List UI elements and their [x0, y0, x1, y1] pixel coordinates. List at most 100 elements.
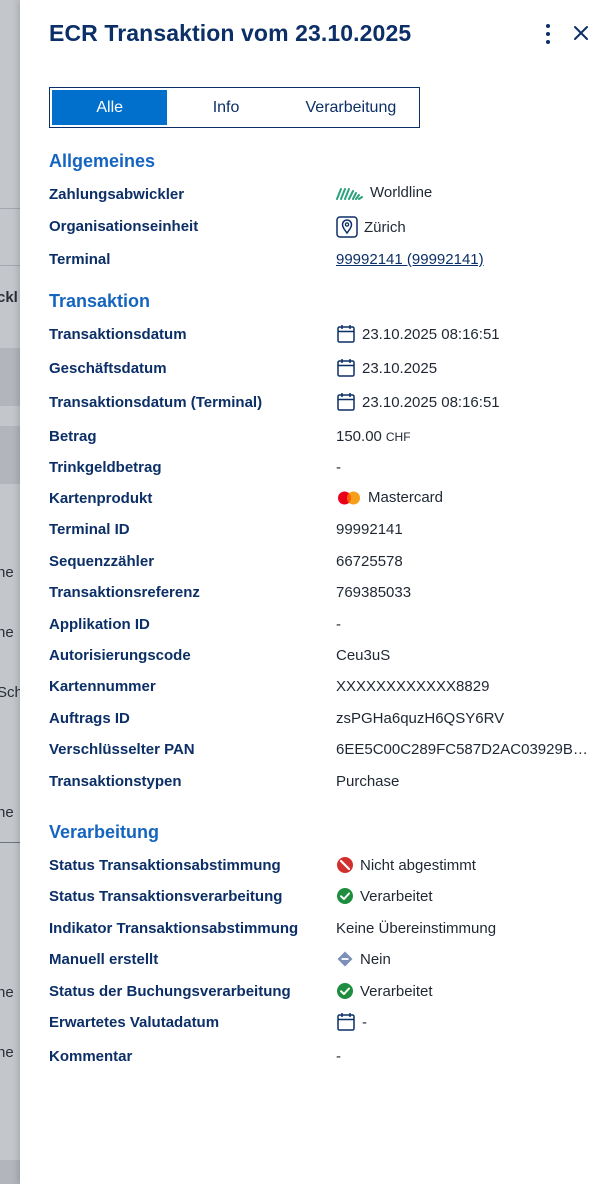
field-label: Kartennummer: [49, 678, 156, 695]
card-product-value: Mastercard: [368, 489, 444, 506]
field-value: zsPGHa6quzH6QSY6RV: [336, 710, 505, 727]
field-label: Verschlüsselter PAN: [49, 741, 195, 758]
field-value: Verarbeitet: [336, 982, 433, 1000]
field-value: -: [336, 459, 341, 476]
value-date-value: -: [362, 1013, 367, 1031]
field-label: Indikator Transaktionsabstimmung: [49, 920, 299, 937]
background-divider: [0, 208, 20, 209]
background-fragment: ne: [0, 804, 14, 821]
transaction-date-value: 23.10.2025 08:16:51: [362, 325, 500, 343]
field-value: Purchase: [336, 773, 400, 790]
field-value: 66725578: [336, 553, 403, 570]
field-label: Terminal: [49, 251, 111, 268]
field-label: Kartenprodukt: [49, 490, 153, 507]
tab-info[interactable]: Info: [167, 90, 284, 125]
section-heading-transaktion: Transaktion: [49, 291, 151, 311]
field-label: Autorisierungscode: [49, 647, 191, 664]
field-label: Transaktionsdatum: [49, 326, 187, 343]
transaction-detail-panel: ECR Transaktion vom 23.10.2025 Alle Info…: [20, 0, 601, 1184]
background-fragment: ckl: [0, 289, 18, 306]
field-label: Kommentar: [49, 1048, 133, 1065]
field-value: -: [336, 1012, 367, 1032]
field-label: Auftrags ID: [49, 710, 130, 727]
field-value: 150.00 CHF: [336, 428, 411, 445]
amount-value: 150.00: [336, 428, 382, 445]
field-value: Mastercard: [336, 489, 443, 506]
field-label: Sequenzzähler: [49, 553, 155, 570]
field-value: -: [336, 616, 341, 633]
calendar-icon: [336, 324, 356, 344]
background-row: [0, 348, 20, 406]
tab-bar: Alle Info Verarbeitung: [49, 87, 420, 128]
field-value: Verarbeitet: [336, 887, 433, 905]
field-label: Status Transaktionsverarbeitung: [49, 888, 283, 905]
more-options-icon[interactable]: [541, 24, 555, 44]
field-value: Ceu3uS: [336, 647, 391, 664]
worldline-logo-icon: [336, 186, 364, 200]
calendar-icon: [336, 1012, 356, 1032]
field-value: Keine Übereinstimmung: [336, 920, 497, 937]
tab-alle[interactable]: Alle: [52, 90, 168, 125]
background-fragment: ne: [0, 1044, 14, 1061]
encrypted-pan-value: 6EE5C00C289FC587D2AC03929B66...: [336, 741, 594, 758]
field-label: Zahlungsabwickler: [49, 186, 185, 203]
field-label: Organisationseinheit: [49, 218, 199, 235]
field-label: Status der Buchungsverarbeitung: [49, 983, 291, 1000]
terminal-date-value: 23.10.2025 08:16:51: [362, 393, 500, 411]
field-value: Worldline: [336, 184, 432, 201]
field-label: Trinkgeldbetrag: [49, 459, 162, 476]
field-value: 23.10.2025 08:16:51: [336, 392, 500, 412]
field-value: 769385033: [336, 584, 412, 601]
field-label: Transaktionstypen: [49, 773, 182, 790]
background-fragment: ne: [0, 624, 14, 641]
field-label: Applikation ID: [49, 616, 150, 633]
field-value: 99992141 (99992141): [336, 251, 484, 268]
field-label: Status Transaktionsabstimmung: [49, 857, 281, 874]
field-label: Transaktionsdatum (Terminal): [49, 394, 263, 411]
business-date-value: 23.10.2025: [362, 359, 438, 377]
field-value: 23.10.2025 08:16:51: [336, 324, 500, 344]
background-page: ckl ne ne Sch ne ne ne: [0, 0, 20, 1184]
booking-status-value: Verarbeitet: [360, 982, 433, 1000]
currency-unit: CHF: [385, 429, 411, 444]
background-fragment: ne: [0, 984, 14, 1001]
manually-created-value: Nein: [360, 950, 391, 968]
field-value: 6EE5C00C289FC587D2AC03929B66...: [336, 741, 594, 758]
calendar-icon: [336, 358, 356, 378]
background-row: [0, 426, 20, 484]
processing-status-value: Verarbeitet: [360, 887, 433, 905]
reconciliation-status-value: Nicht abgestimmt: [360, 856, 476, 874]
check-circle-icon: [336, 887, 354, 905]
background-fragment: Sch: [0, 684, 20, 701]
background-divider: [0, 265, 20, 266]
field-value: Nicht abgestimmt: [336, 856, 476, 874]
field-label: Terminal ID: [49, 521, 130, 538]
not-reconciled-icon: [336, 856, 354, 874]
background-fragment: ne: [0, 564, 14, 581]
field-value: Nein: [336, 950, 391, 968]
field-label: Geschäftsdatum: [49, 360, 167, 377]
section-heading-verarbeitung: Verarbeitung: [49, 822, 160, 842]
background-divider: [0, 842, 20, 843]
panel-title: ECR Transaktion vom 23.10.2025: [49, 20, 412, 46]
org-unit-value: Zürich: [364, 218, 406, 236]
field-label: Erwartetes Valutadatum: [49, 1014, 220, 1031]
field-value: XXXXXXXXXXXX8829: [336, 678, 490, 695]
tab-verarbeitung[interactable]: Verarbeitung: [285, 90, 417, 125]
close-icon[interactable]: [571, 22, 591, 44]
map-pin-icon: [336, 216, 358, 238]
field-value: 23.10.2025: [336, 358, 437, 378]
diamond-icon: [336, 950, 354, 968]
field-value: -: [336, 1048, 341, 1065]
field-label: Betrag: [49, 428, 97, 445]
section-heading-allgemeines: Allgemeines: [49, 151, 156, 171]
terminal-link[interactable]: 99992141 (99992141): [336, 251, 484, 268]
field-value: Zürich: [336, 216, 406, 238]
field-value: 99992141: [336, 521, 403, 538]
field-label: Transaktionsreferenz: [49, 584, 200, 601]
mastercard-logo-icon: [336, 490, 362, 506]
payment-processor-value: Worldline: [370, 184, 433, 201]
background-row: [0, 1160, 20, 1184]
check-circle-icon: [336, 982, 354, 1000]
field-label: Manuell erstellt: [49, 951, 159, 968]
